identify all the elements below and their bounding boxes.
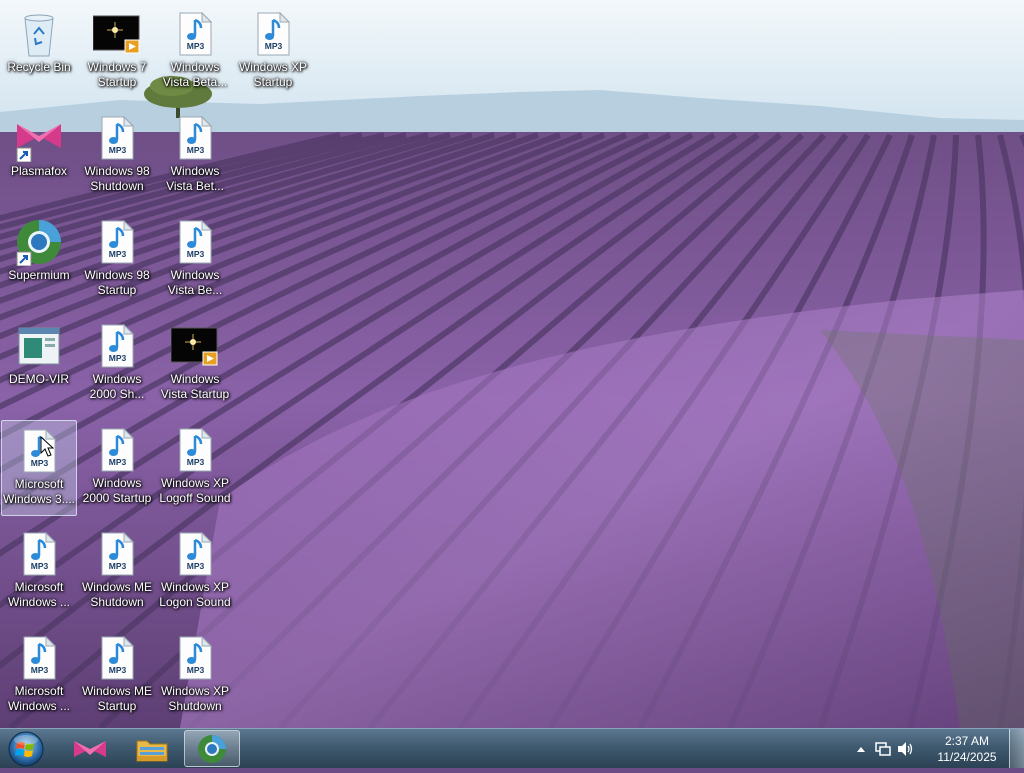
recycle-icon	[15, 10, 63, 58]
desktop-icon-label: Microsoft Windows ...	[7, 580, 70, 609]
taskbar-supermium-button[interactable]	[184, 730, 240, 767]
desktop-icon-plasmafox[interactable]: Plasmafox	[1, 108, 77, 204]
desktop-icon-windows-me-startup[interactable]: MP3 Windows ME Startup	[79, 628, 155, 724]
desktop-icon-windows-xp-logon-sound[interactable]: MP3 Windows XP Logon Sound	[157, 524, 233, 620]
video-icon	[93, 10, 141, 58]
desktop-icon-label: Windows 2000 Startup	[82, 476, 152, 505]
desktop-icon-label: Microsoft Windows ...	[7, 684, 70, 713]
desktop-icon-label: Windows Vista Beta...	[162, 60, 228, 89]
mp3-badge: MP3	[31, 665, 49, 675]
mp3-file-icon: MP3	[171, 530, 219, 578]
mp3-badge: MP3	[109, 457, 127, 467]
clock-time: 2:37 AM	[944, 734, 990, 748]
supermium-icon	[198, 734, 226, 763]
mp3-file-icon: MP3	[171, 218, 219, 266]
desktop-icon-label: Microsoft Windows 3....	[2, 477, 76, 506]
desktop-icon-label: Windows XP Logon Sound	[159, 580, 231, 609]
desktop-icon-supermium[interactable]: Supermium	[1, 212, 77, 308]
desktop-icon-label: Windows 98 Startup	[84, 268, 150, 297]
mp3-file-icon: MP3	[93, 114, 141, 162]
mouse-cursor-icon	[40, 436, 54, 457]
start-button[interactable]	[4, 730, 48, 768]
mp3-badge: MP3	[109, 561, 127, 571]
mp3-file-icon: MP3	[171, 10, 219, 58]
mp3-file-icon: MP3	[93, 218, 141, 266]
taskbar-file-explorer-button[interactable]	[124, 730, 180, 767]
mp3-badge: MP3	[109, 353, 127, 363]
desktop-icon-label: Windows XP Logoff Sound	[159, 476, 231, 505]
desktop-icon-windows-2000-sh[interactable]: MP3 Windows 2000 Sh...	[79, 316, 155, 412]
taskbar: 2:37 AM 11/24/2025	[0, 728, 1024, 768]
taskbar-plasmafox-button[interactable]	[62, 730, 118, 767]
mp3-badge: MP3	[31, 561, 49, 571]
mp3-file-icon: MP3	[171, 426, 219, 474]
desktop-icon-microsoft-windows-3[interactable]: MP3 Microsoft Windows 3....	[1, 420, 77, 516]
desktop-icon-windows-vista-be[interactable]: MP3 Windows Vista Be...	[157, 212, 233, 308]
desktop-icon-label: Windows Vista Startup	[160, 372, 230, 401]
mp3-file-icon: MP3	[93, 322, 141, 370]
volume-icon[interactable]	[896, 741, 914, 757]
taskbar-clock[interactable]: 2:37 AM 11/24/2025	[932, 733, 1002, 765]
desktop-icon-label: Windows 98 Shutdown	[84, 164, 150, 193]
supermium-icon	[15, 218, 63, 266]
desktop-icon-windows-7-startup[interactable]: Windows 7 Startup	[79, 4, 155, 100]
mp3-badge: MP3	[187, 145, 205, 155]
desktop-icon-label: Plasmafox	[10, 164, 68, 178]
desktop-icon-label: Windows ME Startup	[81, 684, 152, 713]
desktop-icon-label: Windows XP Startup	[238, 60, 308, 89]
mp3-file-icon: MP3	[171, 634, 219, 682]
desktop-icon-windows-vista-beta[interactable]: MP3 Windows Vista Beta...	[157, 4, 233, 100]
mp3-badge: MP3	[109, 145, 127, 155]
desktop-icon-demo-vir[interactable]: DEMO-VIR	[1, 316, 77, 412]
desktop-icon-windows-vista-startup[interactable]: Windows Vista Startup	[157, 316, 233, 412]
mp3-badge: MP3	[187, 249, 205, 259]
mp3-file-icon: MP3	[249, 10, 297, 58]
app-icon	[15, 322, 63, 370]
plasmafox-icon	[15, 114, 63, 162]
desktop-icon-windows-98-startup[interactable]: MP3 Windows 98 Startup	[79, 212, 155, 308]
mp3-badge: MP3	[187, 561, 205, 571]
desktop-icon-windows-vista-bet[interactable]: MP3 Windows Vista Bet...	[157, 108, 233, 204]
show-hidden-icons-arrow-icon[interactable]	[852, 741, 870, 757]
desktop-icon-windows-xp-shutdown[interactable]: MP3 Windows XP Shutdown	[157, 628, 233, 724]
windows-orb-icon	[8, 731, 44, 767]
desktop-icon-label: DEMO-VIR	[9, 372, 69, 386]
folder-icon	[136, 740, 168, 761]
mp3-badge: MP3	[265, 41, 283, 51]
desktop-icon-windows-98-shutdown[interactable]: MP3 Windows 98 Shutdown	[79, 108, 155, 204]
desktop-icon-label: Windows Vista Bet...	[166, 164, 224, 193]
mp3-badge: MP3	[187, 457, 205, 467]
desktop-icon-windows-2000-startup[interactable]: MP3 Windows 2000 Startup	[79, 420, 155, 516]
mp3-file-icon: MP3	[93, 426, 141, 474]
desktop-icon-label: Supermium	[8, 268, 70, 282]
mp3-file-icon: MP3	[15, 634, 63, 682]
desktop-icon-label: Windows ME Shutdown	[81, 580, 152, 609]
desktop-icon-label: Windows 2000 Sh...	[89, 372, 145, 401]
desktop-icon-label: Windows 7 Startup	[87, 60, 147, 89]
desktop-icon-windows-xp-logoff-sound[interactable]: MP3 Windows XP Logoff Sound	[157, 420, 233, 516]
network-icon[interactable]	[874, 741, 892, 757]
mp3-badge: MP3	[31, 458, 49, 468]
show-desktop-button[interactable]	[1009, 729, 1024, 768]
desktop-icon-windows-xp-startup[interactable]: MP3 Windows XP Startup	[235, 4, 311, 100]
desktop-icon-label: Windows XP Shutdown	[160, 684, 230, 713]
mp3-file-icon: MP3	[93, 634, 141, 682]
mp3-file-icon: MP3	[15, 530, 63, 578]
desktop-icon-microsoft-windows[interactable]: MP3 Microsoft Windows ...	[1, 524, 77, 620]
desktop-icon-label: Windows Vista Be...	[167, 268, 223, 297]
plasmafox-icon	[74, 740, 106, 757]
desktop-icon-microsoft-windows[interactable]: MP3 Microsoft Windows ...	[1, 628, 77, 724]
mp3-badge: MP3	[187, 41, 205, 51]
mp3-badge: MP3	[109, 249, 127, 259]
clock-date: 11/24/2025	[937, 750, 997, 764]
desktop-icon-windows-me-shutdown[interactable]: MP3 Windows ME Shutdown	[79, 524, 155, 620]
video-icon	[171, 322, 219, 370]
mp3-badge: MP3	[187, 665, 205, 675]
mp3-badge: MP3	[109, 665, 127, 675]
desktop-icon-recycle-bin[interactable]: Recycle Bin	[1, 4, 77, 100]
mp3-file-icon: MP3	[171, 114, 219, 162]
mp3-file-icon: MP3	[15, 427, 63, 475]
desktop-icon-label: Recycle Bin	[7, 60, 71, 74]
mp3-file-icon: MP3	[93, 530, 141, 578]
